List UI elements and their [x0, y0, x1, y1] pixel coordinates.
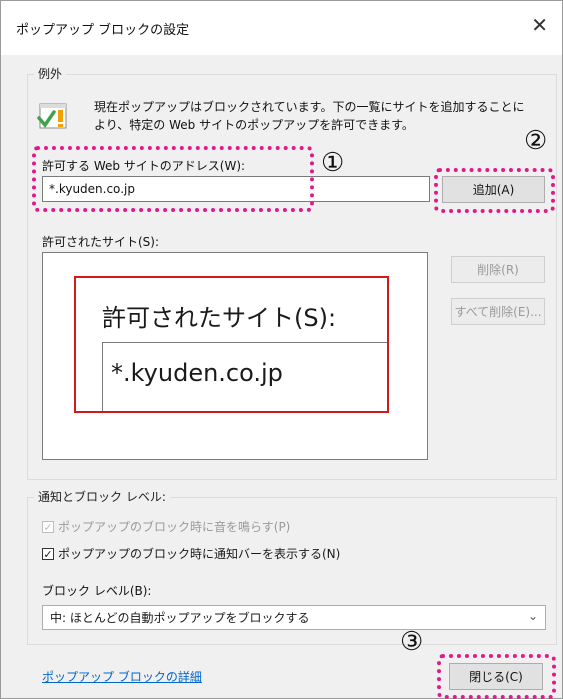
remove-all-button[interactable]: すべて削除(E)...: [451, 298, 545, 325]
highlight-close-button: [437, 654, 556, 699]
highlight-add-button: [434, 168, 555, 213]
title-bar: ポップアップ ブロックの設定 ✕: [1, 1, 562, 55]
zoom-allowed-site: *.kyuden.co.jp: [111, 359, 283, 387]
play-sound-checkbox-row[interactable]: ✓ ポップアップのブロック時に音を鳴らす(P): [42, 518, 290, 535]
zoom-allowed-label: 許可されたサイト(S):: [102, 304, 337, 332]
exceptions-group-title: 例外: [34, 65, 67, 82]
popup-blocker-settings-dialog: ポップアップ ブロックの設定 ✕ 例外 現在ポップアップはブロックされています。…: [0, 0, 563, 699]
exceptions-description: 現在ポップアップはブロックされています。下の一覧にサイトを追加することにより、特…: [94, 100, 525, 132]
marker-two: ②: [524, 126, 548, 156]
show-bar-label: ポップアップのブロック時に通知バーを表示する(N): [58, 547, 341, 561]
show-bar-checkbox-row[interactable]: ✓ ポップアップのブロック時に通知バーを表示する(N): [42, 545, 340, 562]
show-bar-checkbox[interactable]: ✓: [42, 547, 54, 560]
highlight-address: [32, 146, 314, 212]
allowed-sites-zoom-callout: 許可されたサイト(S): *.kyuden.co.jp: [74, 276, 389, 413]
allowed-sites-label: 許可されたサイト(S):: [42, 235, 160, 249]
block-level-value: 中: ほとんどの自動ポップアップをブロックする: [50, 611, 310, 625]
play-sound-label: ポップアップのブロック時に音を鳴らす(P): [58, 520, 291, 534]
remove-button[interactable]: 削除(R): [451, 256, 545, 283]
dialog-title: ポップアップ ブロックの設定: [16, 23, 190, 38]
play-sound-checkbox[interactable]: ✓: [42, 520, 54, 533]
zoom-list-frame: *.kyuden.co.jp: [102, 342, 387, 411]
information-icon: [37, 103, 67, 129]
notification-group-title: 通知とブロック レベル:: [34, 488, 170, 505]
marker-one: ①: [321, 148, 345, 178]
close-icon[interactable]: ✕: [531, 15, 548, 35]
chevron-down-icon: ⌄: [527, 609, 538, 623]
block-level-label: ブロック レベル(B):: [42, 584, 152, 598]
marker-three: ③: [400, 627, 424, 657]
learn-more-link[interactable]: ポップアップ ブロックの詳細: [42, 668, 202, 685]
block-level-select[interactable]: 中: ほとんどの自動ポップアップをブロックする ⌄: [42, 605, 546, 630]
